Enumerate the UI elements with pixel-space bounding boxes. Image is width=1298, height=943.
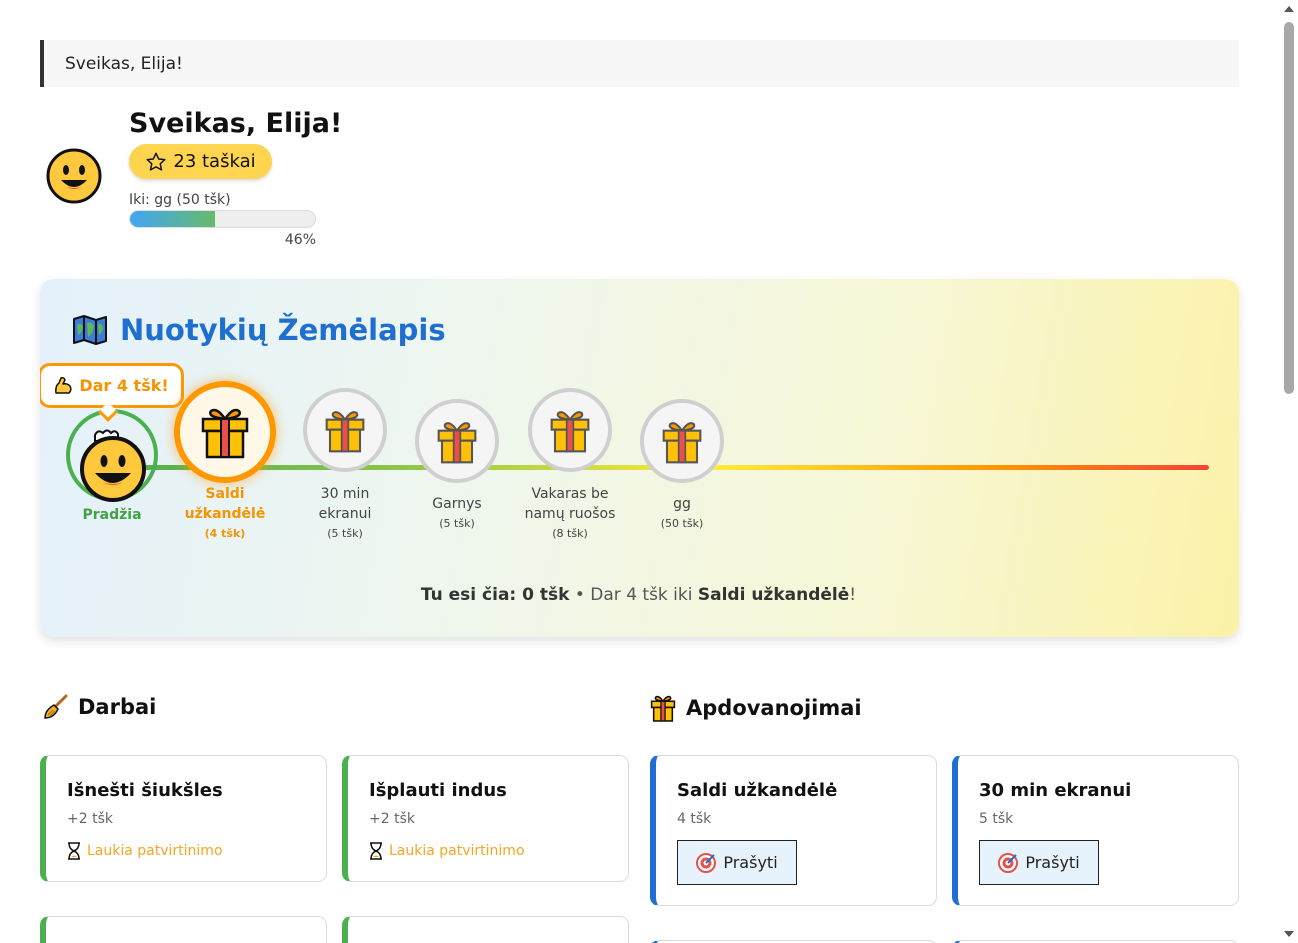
goal-label: Iki: gg (50 tšk)	[129, 192, 231, 208]
map-node-current[interactable]	[174, 381, 276, 483]
reward-title: 30 min ekranui	[979, 780, 1132, 801]
chore-points: +2 tšk	[369, 811, 415, 827]
scroll-up-arrow-icon[interactable]	[1284, 6, 1294, 12]
map-node-label: Garnys (5 tšk)	[402, 494, 512, 533]
goal-progress-percent: 46%	[284, 232, 316, 248]
chores-title: Darbai	[42, 694, 156, 720]
request-reward-button[interactable]: Prašyti	[979, 840, 1099, 885]
current-position: Tu esi čia: 0 tšk	[420, 585, 570, 605]
map-node[interactable]	[303, 388, 387, 472]
request-button-label: Prašyti	[723, 853, 778, 872]
chore-points: +2 tšk	[67, 811, 113, 827]
map-node-label: Saldi užkandėlė (4 tšk)	[170, 484, 280, 543]
adventure-map-card: Nuotykių Žemėlapis Pradžia Dar 4 tšk! Sa…	[40, 279, 1239, 637]
map-title-text: Nuotykių Žemėlapis	[120, 313, 446, 347]
node-points: (50 tšk)	[660, 517, 704, 530]
next-reward-name: Saldi užkandėlė	[697, 585, 850, 605]
chore-title: Išnešti šiukšles	[67, 780, 223, 801]
scrollbar-thumb[interactable]	[1284, 22, 1294, 394]
map-node-label: gg (50 tšk)	[627, 494, 737, 533]
points-badge: 23 taškai	[129, 144, 272, 179]
node-line1: Saldi	[205, 486, 245, 502]
smiley-avatar-icon	[46, 148, 102, 204]
target-icon	[998, 852, 1019, 873]
node-line1: gg	[673, 496, 691, 512]
request-reward-button[interactable]: Prašyti	[677, 840, 797, 885]
profile-name: Sveikas, Elija!	[129, 108, 343, 139]
chore-card[interactable]	[342, 916, 629, 943]
player-smiley-icon	[80, 429, 146, 502]
goal-progress-fill	[130, 211, 216, 227]
node-line1: Vakaras be	[531, 486, 609, 502]
map-node-label: 30 min ekranui (5 tšk)	[290, 484, 400, 543]
chores-title-text: Darbai	[78, 695, 157, 719]
chore-status-text: Laukia patvirtinimo	[389, 843, 525, 859]
chore-card[interactable]	[40, 916, 327, 943]
node-points: (5 tšk)	[439, 517, 475, 530]
broom-icon	[44, 694, 68, 719]
map-title: Nuotykių Žemėlapis	[72, 313, 446, 347]
map-footer: Tu esi čia: 0 tšk • Dar 4 tšk iki Saldi …	[40, 585, 1237, 605]
node-line1: Garnys	[432, 496, 482, 512]
node-line2: ekranui	[318, 506, 372, 522]
goal-progress-bar	[129, 210, 316, 228]
gift-icon	[325, 410, 365, 452]
points-needed-bubble: Dar 4 tšk!	[40, 363, 184, 408]
reward-cost: 5 tšk	[979, 811, 1014, 827]
map-node[interactable]	[528, 388, 612, 472]
node-line2: namų ruošos	[524, 506, 616, 522]
greeting-text: Sveikas, Elija!	[65, 53, 183, 74]
chore-status-text: Laukia patvirtinimo	[87, 843, 223, 859]
map-icon	[73, 315, 107, 345]
node-line1: 30 min	[320, 486, 370, 502]
node-line2: užkandėlė	[184, 506, 266, 522]
chore-card[interactable]: Išplauti indus +2 tšk Laukia patvirtinim…	[342, 755, 629, 882]
chore-status: Laukia patvirtinimo	[369, 842, 525, 860]
gift-icon	[662, 421, 702, 463]
reward-title: Saldi užkandėlė	[677, 780, 838, 801]
flexed-biceps-icon	[55, 376, 72, 394]
map-node[interactable]	[415, 399, 499, 483]
scroll-down-arrow-icon[interactable]	[1284, 931, 1294, 937]
greeting-bar: Sveikas, Elija!	[40, 40, 1239, 87]
node-points: (4 tšk)	[204, 527, 246, 540]
hourglass-icon	[68, 842, 80, 860]
star-icon	[146, 152, 166, 171]
hourglass-icon	[370, 842, 382, 860]
map-node-start-label: Pradžia	[82, 507, 142, 523]
points-label: 23 taškai	[173, 151, 256, 172]
chore-card[interactable]: Išnešti šiukšles +2 tšk Laukia patvirtin…	[40, 755, 327, 882]
footer-separator: • Dar 4 tšk iki	[569, 585, 698, 605]
reward-card: 30 min ekranui 5 tšk Prašyti	[952, 755, 1239, 906]
request-button-label: Prašyti	[1025, 853, 1080, 872]
points-needed-text: Dar 4 tšk!	[79, 376, 169, 395]
node-points: (8 tšk)	[552, 527, 588, 540]
page-scrollbar[interactable]	[1280, 0, 1298, 943]
rewards-title: Apdovanojimai	[650, 694, 862, 722]
target-icon	[696, 852, 717, 873]
page: Sveikas, Elija! Sveikas, Elija! 23 taška…	[0, 0, 1298, 943]
reward-cost: 4 tšk	[677, 811, 712, 827]
map-node[interactable]	[640, 399, 724, 483]
rewards-title-text: Apdovanojimai	[686, 696, 862, 720]
gift-icon	[650, 695, 676, 722]
chore-status: Laukia patvirtinimo	[67, 842, 223, 860]
gift-icon	[550, 410, 590, 452]
node-points: (5 tšk)	[327, 527, 363, 540]
reward-card: Saldi užkandėlė 4 tšk Prašyti	[650, 755, 937, 906]
map-node-label: Vakaras be namų ruošos (8 tšk)	[515, 484, 625, 543]
footer-end: !	[849, 585, 857, 605]
gift-icon	[201, 408, 249, 459]
gift-icon	[437, 421, 477, 463]
chore-title: Išplauti indus	[369, 780, 507, 801]
